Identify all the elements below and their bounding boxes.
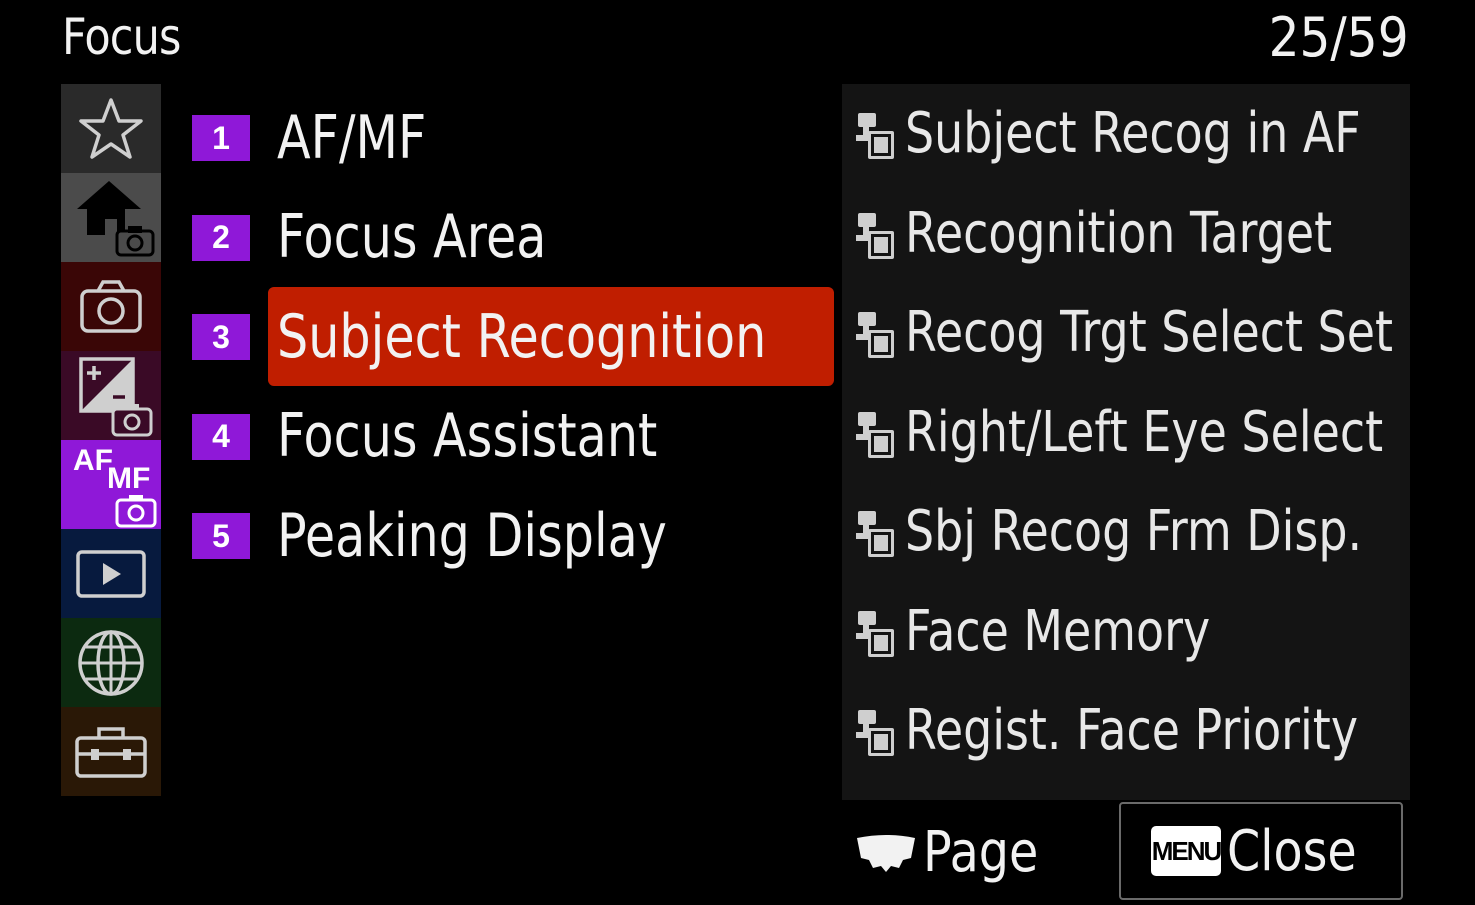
sidebar-tab-favorites[interactable] — [61, 84, 161, 173]
menu-button-icon: MENU — [1151, 826, 1222, 876]
menu-item-label: Face Memory — [905, 598, 1211, 664]
header-title: Focus — [62, 8, 181, 66]
menu-item-recognition-target[interactable]: Recognition Target — [842, 184, 1410, 284]
page-label: Peaking Display — [277, 500, 667, 571]
page-number: 1 — [192, 115, 250, 161]
menu-item-label: Regist. Face Priority — [905, 698, 1358, 764]
still-movie-icon — [856, 113, 894, 159]
page-label: Focus Area — [277, 202, 547, 272]
still-movie-icon — [856, 710, 894, 756]
af-mf-camera-icon — [115, 495, 157, 528]
menu-item-label: Right/Left Eye Select — [905, 399, 1384, 465]
page-hint[interactable]: Page — [855, 812, 1059, 892]
page-item-focus-area[interactable]: 2 Focus Area — [192, 188, 834, 288]
sidebar-tab-af-mf[interactable]: AF MF — [61, 440, 161, 529]
page-hint-label: Page — [923, 819, 1039, 885]
page-number: 4 — [192, 413, 250, 460]
page-item-subject-recognition[interactable]: 3 Subject Recognition — [192, 287, 834, 387]
still-movie-icon — [856, 511, 894, 557]
playback-icon — [76, 549, 146, 598]
menu-item-label: Recog Trgt Select Set — [905, 300, 1393, 366]
menu-item-recog-trgt-select-set[interactable]: Recog Trgt Select Set — [842, 283, 1410, 383]
sidebar: AF MF — [61, 84, 161, 796]
sidebar-tab-exposure[interactable] — [61, 351, 161, 440]
still-movie-icon — [856, 610, 894, 657]
page-item-af-mf[interactable]: 1 AF/MF — [192, 88, 834, 188]
page-list: 1 AF/MF 2 Focus Area 3 Subject Recogniti… — [192, 88, 834, 586]
page-label: AF/MF — [277, 102, 427, 173]
menu-item-label: Subject Recog in AF — [905, 101, 1361, 167]
page-label: Focus Assistant — [277, 401, 658, 471]
menu-item-regist-face-priority[interactable]: Regist. Face Priority — [842, 681, 1410, 781]
still-movie-icon — [856, 411, 894, 458]
sidebar-tab-main[interactable] — [61, 173, 161, 262]
still-movie-icon — [856, 212, 894, 259]
exposure-camera-icon — [79, 357, 153, 437]
sidebar-tab-network[interactable] — [61, 618, 161, 707]
menu-item-right-left-eye-select[interactable]: Right/Left Eye Select — [842, 383, 1410, 483]
sidebar-tab-shooting[interactable] — [61, 262, 161, 351]
menu-item-label: Sbj Recog Frm Disp. — [905, 499, 1363, 565]
still-movie-icon — [856, 312, 894, 358]
close-label: Close — [1227, 818, 1357, 884]
menu-item-subject-recog-in-af[interactable]: Subject Recog in AF — [842, 84, 1410, 184]
home-camera-icon — [77, 181, 155, 257]
menu-items-panel: Subject Recog in AF Recognition Target R… — [842, 84, 1410, 800]
page-item-focus-assistant[interactable]: 4 Focus Assistant — [192, 387, 834, 487]
page-number: 5 — [192, 513, 250, 559]
control-wheel-icon — [857, 835, 915, 872]
page-label: Subject Recognition — [268, 287, 834, 386]
page-number: 2 — [192, 214, 250, 261]
sidebar-tab-playback[interactable] — [61, 529, 161, 618]
sidebar-tab-setup[interactable] — [61, 707, 161, 796]
page-item-peaking-display[interactable]: 5 Peaking Display — [192, 486, 834, 586]
menu-item-face-memory[interactable]: Face Memory — [842, 582, 1410, 682]
close-button[interactable]: MENU Close — [1119, 802, 1403, 900]
page-counter: 25/59 — [1268, 6, 1409, 69]
menu-item-sbj-recog-frm-disp[interactable]: Sbj Recog Frm Disp. — [842, 482, 1410, 582]
page-number: 3 — [192, 314, 250, 360]
menu-item-label: Recognition Target — [905, 200, 1333, 266]
toolbox-icon — [75, 726, 147, 778]
globe-icon — [78, 629, 144, 696]
camera-icon — [80, 279, 142, 333]
star-icon — [79, 97, 143, 159]
